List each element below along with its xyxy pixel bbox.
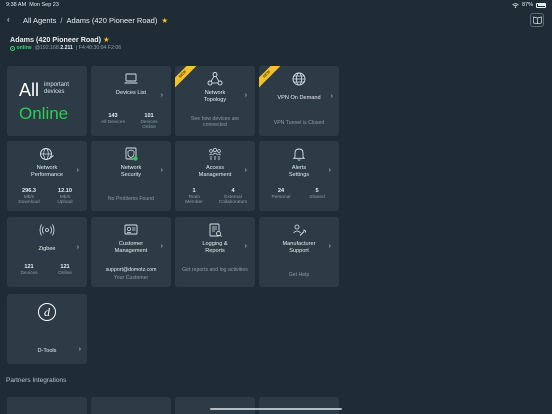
tile-logging-reports[interactable]: Logging & Reports › Get reports and log …: [175, 217, 255, 287]
partner-tile[interactable]: [175, 397, 255, 414]
tile-network-performance[interactable]: Network Performance › 296.3 Mb/s Download…: [7, 141, 87, 211]
customer-label: Customer Management: [114, 241, 148, 254]
partner-tile[interactable]: [259, 397, 339, 414]
vpn-description: VPN Tunnel is Closed: [273, 120, 325, 126]
alerts-label: Alerts Settings: [288, 165, 310, 178]
chevron-right-icon: ›: [76, 244, 79, 251]
tile-zigbee[interactable]: Zigbee › 121 Devices 121 Online: [7, 217, 87, 287]
tile-network-security[interactable]: Network Security › No Problems Found: [91, 141, 171, 211]
partner-tile[interactable]: [91, 397, 171, 414]
chevron-right-icon: ›: [330, 93, 333, 100]
agent-mac: | F4:40:30:04 F2:06: [75, 45, 122, 51]
agent-status: online: [10, 45, 32, 51]
performance-stats: 296.3 Mb/s Download 12.10 Mb/s Upload: [18, 188, 73, 206]
wifi-icon: [512, 2, 519, 8]
chevron-right-icon: ›: [160, 167, 163, 174]
topology-label: Network Topology: [203, 90, 227, 103]
devices-stats: 143 All Devices 101 Devices Online: [101, 113, 158, 131]
home-indicator[interactable]: [210, 408, 342, 410]
security-description: No Problems Found: [107, 196, 155, 202]
chevron-right-icon: ›: [244, 243, 247, 250]
access-stats: 1 Team Member 4 External Collaborators: [185, 188, 248, 206]
zigbee-icon: [39, 224, 55, 236]
tile-network-topology[interactable]: NEW Network Topology › See how devices a…: [175, 66, 255, 136]
agent-ip: @192.168.2.211: [34, 45, 73, 51]
tile-devices-list[interactable]: Devices List › 143 All Devices 101 Devices…: [91, 66, 171, 136]
book-glyph: [532, 16, 542, 24]
security-label: Network Security: [120, 165, 142, 178]
new-badge: NEW: [175, 66, 200, 92]
d-tools-logo-icon: d: [38, 303, 56, 321]
topology-icon: [207, 72, 223, 86]
tile-vpn-on-demand[interactable]: NEW VPN On Demand › VPN Tunnel is Closed: [259, 66, 339, 136]
chevron-right-icon: ›: [244, 92, 247, 99]
agent-subtitle: online @192.168.2.211 | F4:40:30:04 F2:0…: [10, 45, 121, 51]
status-right: 87%: [512, 2, 546, 8]
devices-icon: [124, 73, 138, 84]
tile-d-tools[interactable]: d D-Tools ›: [7, 294, 87, 364]
performance-globe-icon: [40, 148, 54, 160]
zigbee-label: Zigbee: [38, 246, 56, 252]
partner-tile[interactable]: [7, 397, 87, 414]
navigation-bar: ‹ All Agents / Adams (420 Pioneer Road) …: [0, 12, 552, 28]
back-button[interactable]: ‹: [7, 15, 10, 24]
chevron-right-icon: ›: [76, 167, 79, 174]
chevron-right-icon: ›: [244, 167, 247, 174]
customer-subtitle: Your Customer: [113, 275, 149, 281]
breadcrumb: All Agents / Adams (420 Pioneer Road) ★: [23, 16, 168, 25]
support-description: Get Help: [288, 272, 310, 278]
battery-percent: 87%: [521, 2, 533, 8]
support-wrench-icon: [293, 224, 307, 236]
globe-icon: [292, 72, 306, 86]
battery-icon: [536, 2, 546, 8]
book-icon[interactable]: [530, 13, 544, 27]
breadcrumb-all-agents[interactable]: All Agents: [23, 16, 56, 25]
summary-important: important devices: [44, 82, 70, 95]
tile-alerts-settings[interactable]: Alerts Settings › 24 Personal 5 Shared: [259, 141, 339, 211]
agent-title: Adams (420 Pioneer Road) ★: [10, 35, 110, 44]
online-status-icon: [10, 45, 15, 51]
logging-label: Logging & Reports: [202, 241, 228, 254]
favorite-star-icon[interactable]: ★: [161, 16, 168, 25]
summary-status: Online: [19, 104, 69, 123]
breadcrumb-current: Adams (420 Pioneer Road): [66, 16, 158, 25]
chevron-right-icon: ›: [160, 243, 163, 250]
tile-manufacturer-support[interactable]: Manufacturer Support › Get Help: [259, 217, 339, 287]
support-label: Manufacturer Support: [282, 241, 316, 254]
performance-label: Network Performance: [30, 165, 64, 178]
svg-text:d: d: [44, 305, 51, 319]
chevron-right-icon: ›: [328, 243, 331, 250]
alerts-stats: 24 Personal 5 Shared: [271, 188, 325, 200]
chevron-right-icon: ›: [328, 167, 331, 174]
bell-icon: [292, 148, 306, 161]
status-bar: 9:38 AM Mon Sep 23 87%: [0, 0, 552, 10]
logging-description: Get reports and log activities: [182, 267, 248, 273]
tile-important-devices[interactable]: All important devices Online: [7, 66, 87, 136]
breadcrumb-separator: /: [60, 16, 63, 25]
tile-access-management[interactable]: Access Management › 1 Team Member 4 Extern…: [175, 141, 255, 211]
zigbee-stats: 121 Devices 121 Online: [20, 264, 72, 276]
d-tools-label: D-Tools: [37, 348, 57, 354]
partners-integrations-heading: Partners Integrations: [6, 377, 67, 384]
agent-star-icon: ★: [103, 35, 110, 44]
vpn-label: VPN On Demand: [277, 95, 321, 101]
topology-description: See how devices are connected: [190, 116, 240, 129]
report-icon: [209, 223, 222, 237]
access-people-icon: [209, 148, 221, 160]
new-badge: NEW: [259, 66, 284, 92]
summary-all: All: [19, 80, 40, 100]
chevron-right-icon: ›: [160, 92, 163, 99]
chevron-right-icon: ›: [78, 346, 81, 353]
customer-card-icon: [124, 224, 138, 235]
tile-customer-management[interactable]: Customer Management › support@domotz.com…: [91, 217, 171, 287]
devices-list-label: Devices List: [115, 90, 147, 96]
security-shield-icon: [125, 147, 138, 161]
access-label: Access Management: [198, 165, 232, 178]
customer-email: support@domotz.com: [105, 267, 157, 273]
status-time: 9:38 AM Mon Sep 23: [6, 2, 59, 8]
